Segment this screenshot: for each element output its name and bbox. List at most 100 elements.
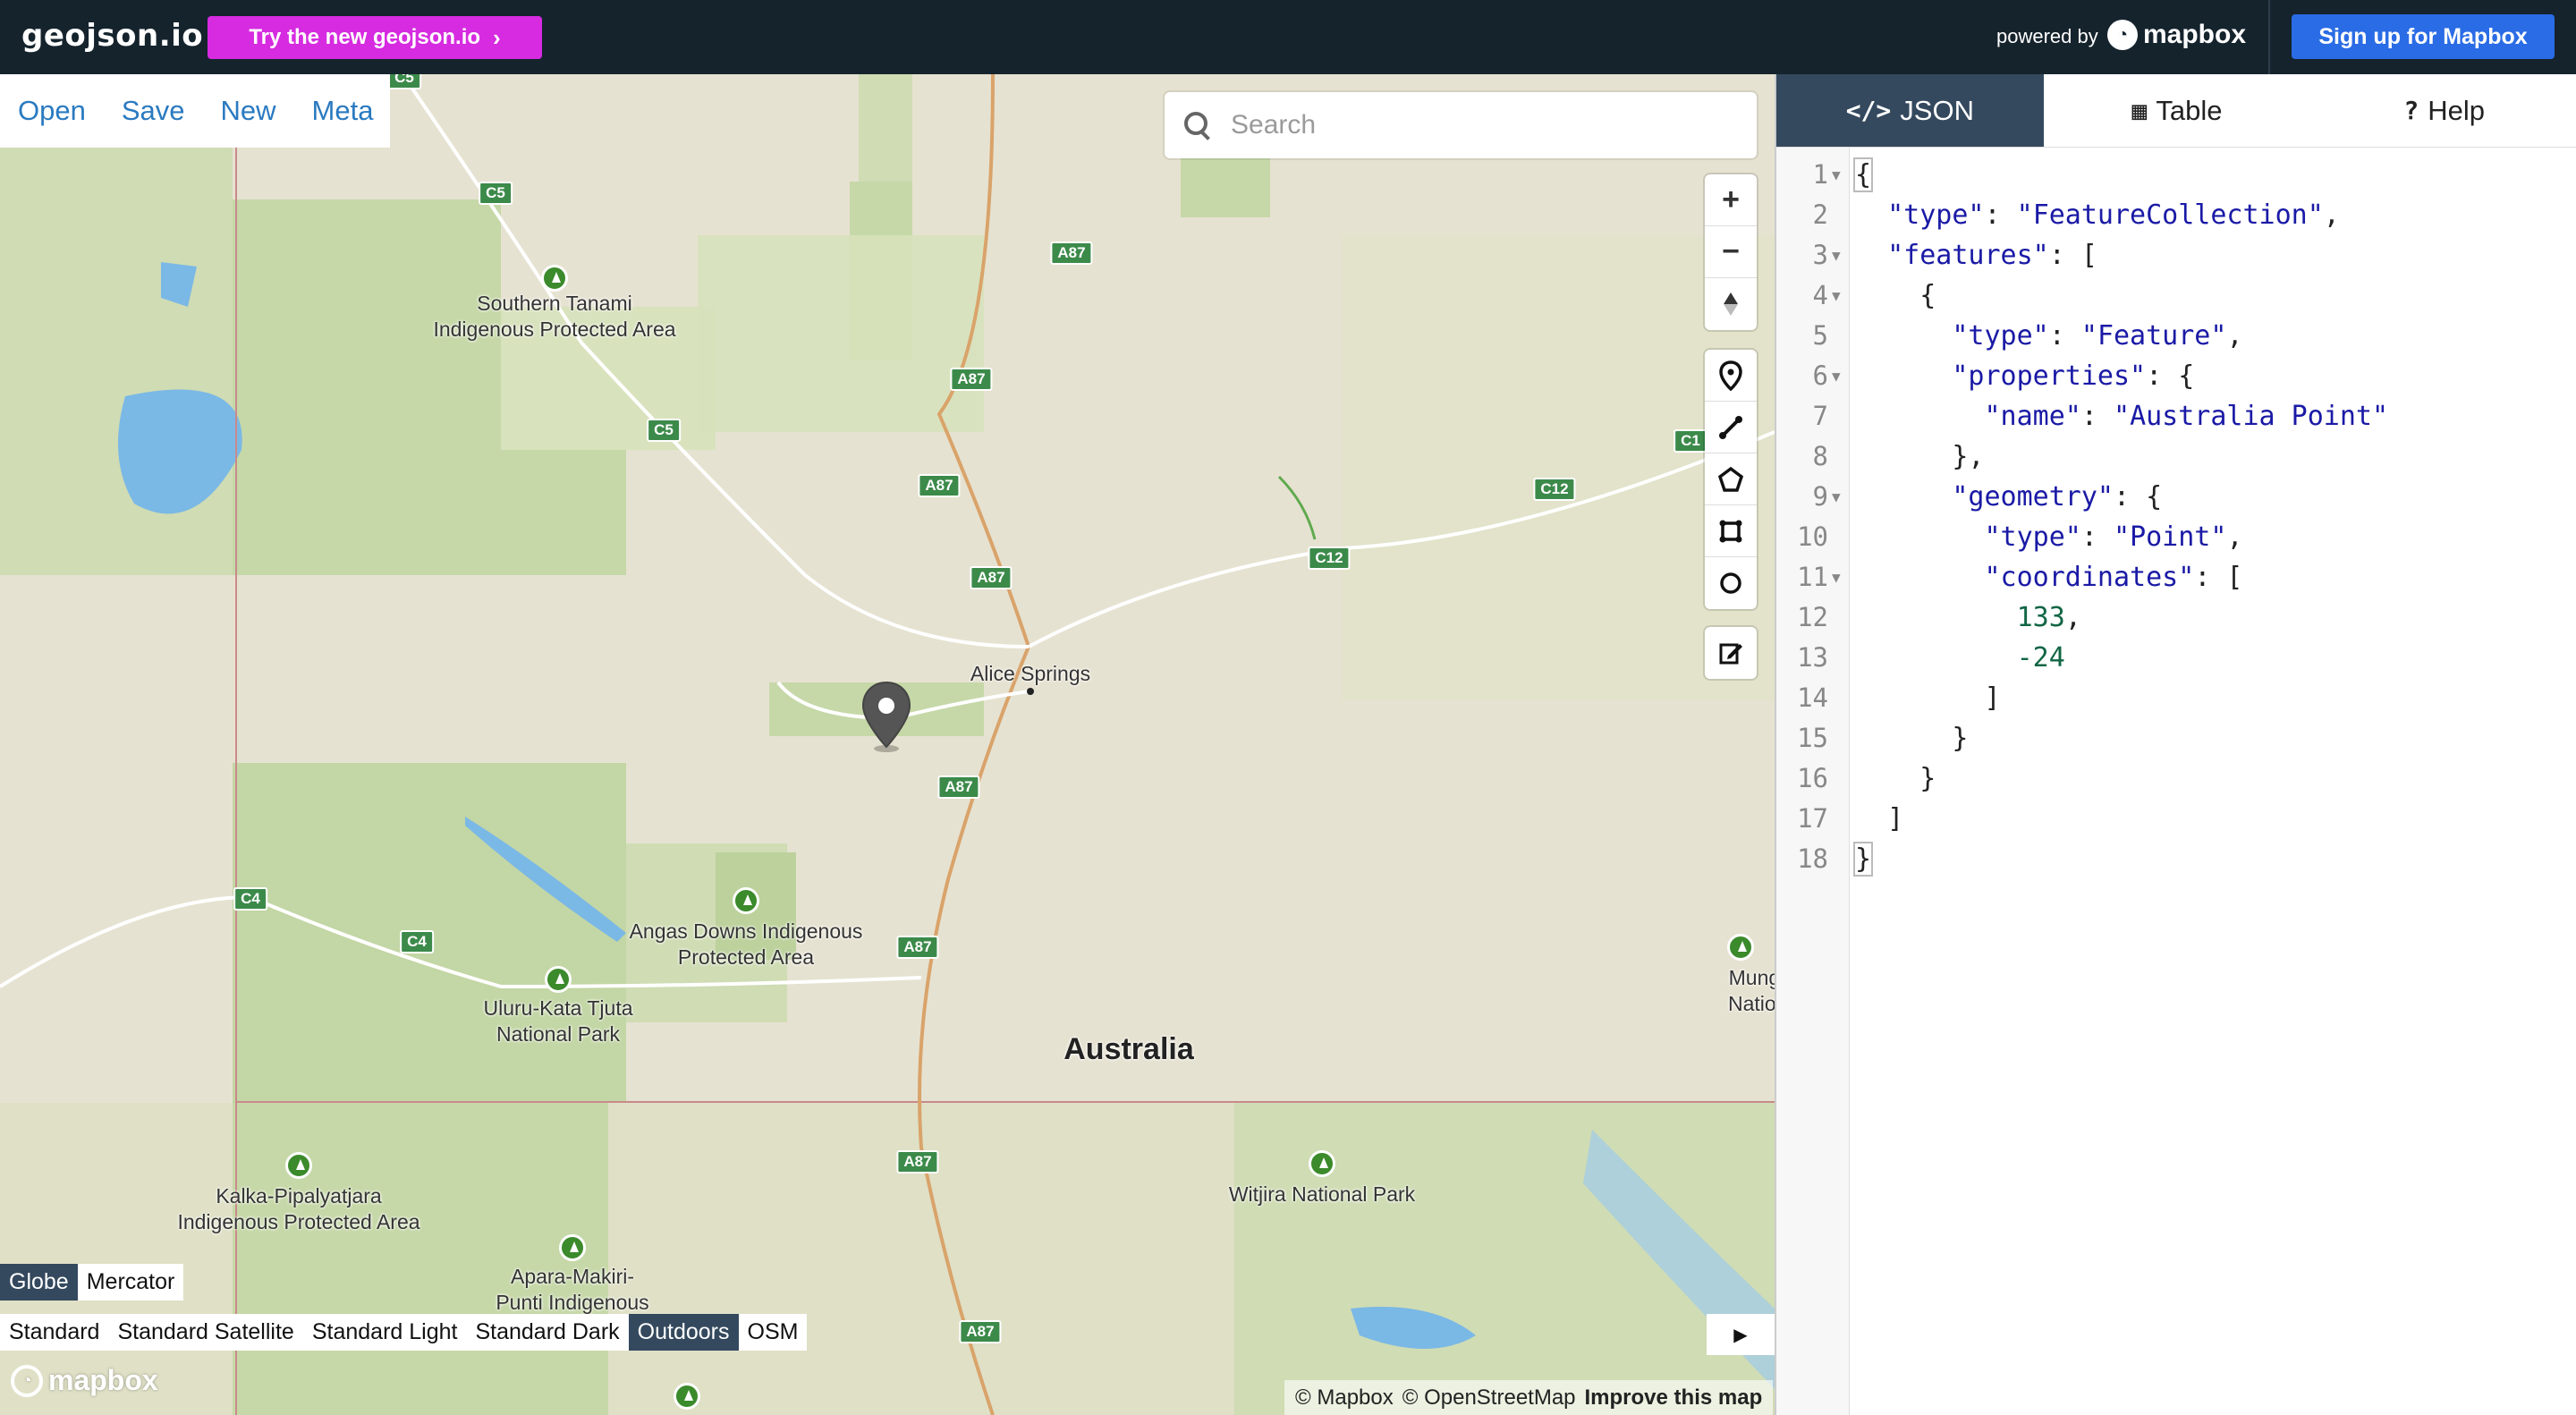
draw-point-button[interactable]: [1705, 350, 1757, 402]
draw-rectangle-button[interactable]: [1705, 505, 1757, 557]
road-shield: C12: [1533, 478, 1576, 501]
draw-polygon-button[interactable]: [1705, 453, 1757, 505]
style-standard-dark[interactable]: Standard Dark: [466, 1314, 628, 1351]
town-dot: [1027, 688, 1034, 695]
search-box: [1165, 92, 1757, 158]
code-line: 18}: [1797, 842, 1874, 877]
code-line: 16 }: [1797, 763, 1936, 794]
tab-help[interactable]: ? Help: [2310, 74, 2576, 147]
road-shield: A87: [959, 1320, 1002, 1343]
header-divider: [2268, 0, 2270, 74]
json-latitude: -24: [2016, 642, 2065, 674]
projection-mercator[interactable]: Mercator: [78, 1264, 184, 1301]
menu-save[interactable]: Save: [122, 95, 185, 127]
code-line: 3 ▼ "features": [: [1776, 235, 2576, 275]
map-label-alice-springs: Alice Springs: [970, 662, 1091, 685]
road-shield: A87: [896, 1150, 939, 1174]
style-standard-satellite[interactable]: Standard Satellite: [108, 1314, 302, 1351]
compass-button[interactable]: [1705, 278, 1757, 330]
polygon-icon: [1717, 466, 1744, 492]
tab-table-label: Table: [2156, 94, 2223, 126]
map-label-apara: Apara-Makiri- Punti Indigenous: [496, 1265, 649, 1314]
menu-new[interactable]: New: [221, 95, 276, 127]
geojson-app: geojson.io Try the new geojson.io › powe…: [0, 0, 2576, 1415]
json-longitude: 133: [2016, 602, 2065, 633]
menu-meta[interactable]: Meta: [312, 95, 374, 127]
tab-json-label: JSON: [1900, 94, 1974, 126]
code-line: 4 ▼ {: [1776, 275, 2576, 316]
edit-features-button[interactable]: [1705, 627, 1757, 679]
point-marker-icon[interactable]: [860, 681, 912, 752]
projection-globe[interactable]: Globe: [0, 1264, 78, 1301]
mapbox-logo[interactable]: ◔ mapbox: [2107, 20, 2246, 50]
map-canvas[interactable]: Southern Tanami Indigenous Protected Area…: [0, 74, 1775, 1415]
map-label-uluru: Uluru-Kata Tjuta National Park: [483, 996, 633, 1046]
park-icon: [541, 265, 568, 292]
draw-circle-button[interactable]: [1705, 557, 1757, 609]
style-osm[interactable]: OSM: [739, 1314, 808, 1351]
brand-logo[interactable]: geojson.io: [21, 18, 203, 54]
mapbox-mark-icon: ◔: [2107, 20, 2138, 50]
zoom-in-button[interactable]: +: [1705, 174, 1757, 226]
road-shield: A87: [937, 775, 980, 799]
fold-arrow-icon[interactable]: ▼: [1832, 477, 1841, 517]
draw-line-button[interactable]: [1705, 402, 1757, 453]
improve-map-link[interactable]: Improve this map: [1585, 1385, 1763, 1411]
road-shield: A87: [1050, 241, 1093, 265]
watermark-text: mapbox: [48, 1364, 158, 1396]
code-line: 8 },: [1812, 441, 1985, 472]
search-input[interactable]: [1231, 110, 1732, 140]
road-shield: C4: [400, 930, 434, 953]
fold-arrow-icon[interactable]: ▼: [1832, 275, 1841, 316]
code-line: 12 133,: [1797, 602, 2081, 633]
map-label-kalka: Kalka-Pipalyatjara Indigenous Protected A…: [177, 1184, 420, 1233]
signup-button[interactable]: Sign up for Mapbox: [2292, 14, 2555, 59]
code-line: 2 "type": "FeatureCollection",: [1812, 199, 2340, 231]
compass-icon: [1724, 292, 1738, 316]
map-label-munga: Munga-ThNational P: [1728, 966, 1775, 1015]
projection-toggle: Globe Mercator: [0, 1264, 184, 1301]
road-shield: C12: [1308, 547, 1351, 570]
map-label-witjira: Witjira National Park: [1228, 1182, 1416, 1206]
json-feature-type: Feature: [2097, 320, 2211, 352]
try-new-button[interactable]: Try the new geojson.io ›: [208, 16, 542, 59]
tab-table[interactable]: ▦ Table: [2044, 74, 2311, 147]
tab-help-label: Help: [2428, 94, 2485, 126]
road-shield: C1: [1674, 429, 1707, 453]
code-line: 7 "name": "Australia Point": [1812, 401, 2389, 432]
menu-open[interactable]: Open: [18, 95, 86, 127]
road-shield: A87: [896, 936, 939, 959]
zoom-out-button[interactable]: −: [1705, 226, 1757, 278]
fold-arrow-icon[interactable]: ▼: [1832, 235, 1841, 275]
json-geometry-type: Point: [2130, 521, 2211, 553]
rectangle-icon: [1719, 520, 1742, 542]
fold-arrow-icon[interactable]: ▼: [1832, 356, 1841, 396]
json-editor[interactable]: 1 ▼{ 2 "type": "FeatureCollection", 3 ▼ "f…: [1776, 155, 2576, 879]
code-line: 5 "type": "Feature",: [1812, 320, 2243, 352]
code-line: 11 ▼ "coordinates": [: [1776, 557, 2576, 597]
style-standard[interactable]: Standard: [0, 1314, 108, 1351]
tab-json[interactable]: </> JSON: [1776, 74, 2044, 147]
style-outdoors[interactable]: Outdoors: [628, 1314, 739, 1351]
road-shield: C5: [387, 74, 421, 89]
draw-controls: [1705, 350, 1757, 609]
editor-panel: </> JSON ▦ Table ? Help 1 ▼{ 2 "type": "F…: [1775, 74, 2576, 1415]
collapse-panel-button[interactable]: ▶: [1707, 1314, 1775, 1355]
fold-arrow-icon[interactable]: ▼: [1832, 557, 1841, 597]
style-standard-light[interactable]: Standard Light: [303, 1314, 467, 1351]
code-line: 15 }: [1797, 723, 1969, 754]
code-line: 1 ▼{: [1776, 155, 2576, 195]
edit-icon: [1719, 643, 1742, 665]
park-icon: [674, 1383, 700, 1410]
attribution-mapbox[interactable]: © Mapbox: [1295, 1385, 1394, 1411]
code-line: 9 ▼ "geometry": {: [1776, 477, 2576, 517]
fold-arrow-icon[interactable]: ▼: [1832, 155, 1841, 195]
marker-icon: [1719, 360, 1742, 391]
road-shield: A87: [970, 566, 1013, 589]
mapbox-watermark[interactable]: ◔ mapbox: [11, 1364, 158, 1397]
code-icon: </>: [1845, 96, 1892, 125]
road-shield: A87: [918, 474, 961, 497]
code-line: 14 ]: [1797, 682, 2001, 714]
zoom-controls: + −: [1705, 174, 1757, 330]
attribution-osm[interactable]: © OpenStreetMap: [1402, 1385, 1576, 1411]
